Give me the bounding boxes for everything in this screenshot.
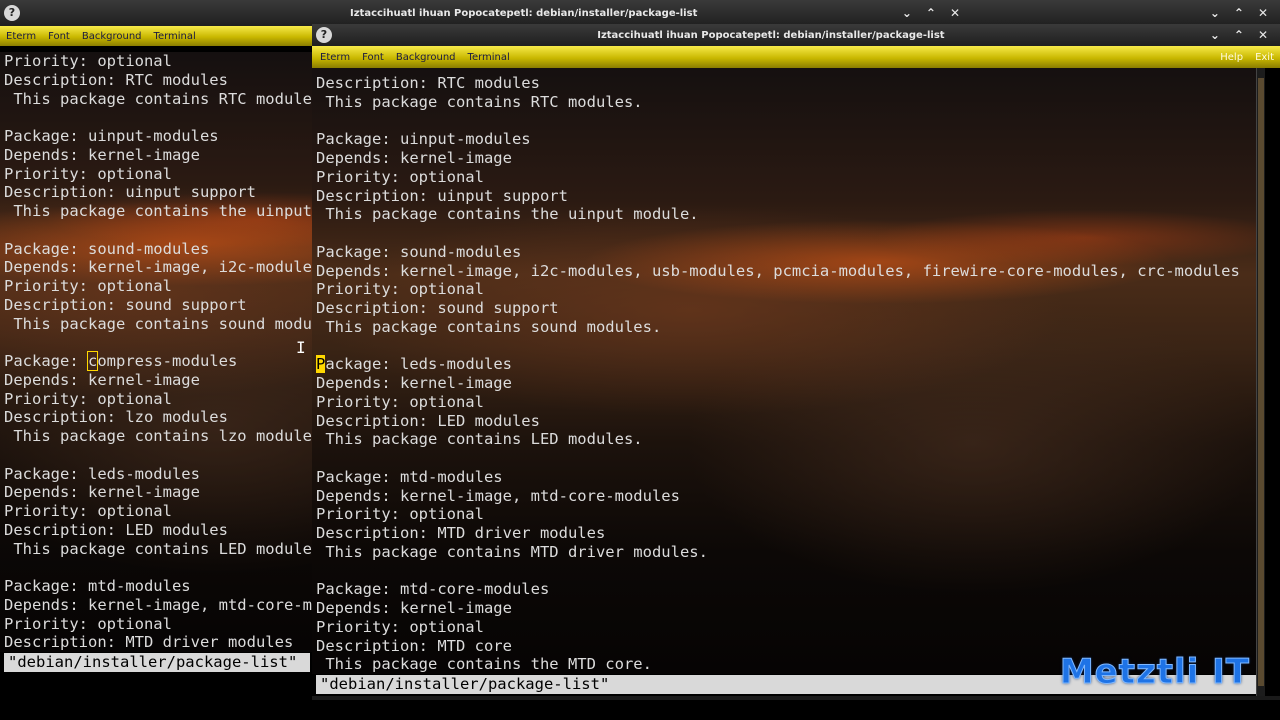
back-window-title: Iztaccihuatl ihuan Popocatepetl: debian/… <box>350 7 698 19</box>
terminal-line: This package contains MTD driver modules… <box>316 542 708 561</box>
terminal-line: Depends: kernel-image <box>4 370 200 389</box>
window-bottom-border <box>312 696 1280 700</box>
terminal-line: Package: leds-modules <box>4 464 200 483</box>
terminal-line: This package contains sound modu <box>4 314 312 333</box>
terminal-cursor: P <box>316 355 326 374</box>
back-window-titlebar[interactable]: ? Iztaccihuatl ihuan Popocatepetl: debia… <box>0 0 1280 26</box>
terminal-line: Description: LED modules <box>4 520 228 539</box>
terminal-line: Priority: optional <box>316 280 484 299</box>
menu-background[interactable]: Background <box>396 52 456 63</box>
terminal-line: Description: sound support <box>316 299 559 317</box>
close-icon[interactable]: ✕ <box>1258 28 1268 42</box>
terminal-line: Depends: kernel-image, mtd-core-m <box>4 595 312 614</box>
terminal-line: Priority: optional <box>316 392 484 411</box>
terminal-line: Priority: optional <box>316 505 484 524</box>
minimize-icon[interactable]: ⌄ <box>1210 6 1220 20</box>
front-window-titlebar[interactable]: ? Iztaccihuatl ihuan Popocatepetl: debia… <box>312 24 1280 46</box>
help-icon[interactable]: ? <box>4 5 20 21</box>
terminal-line: Priority: optional <box>316 167 484 186</box>
terminal-cursor: c <box>86 351 99 371</box>
terminal-line: Depends: kernel-image <box>4 145 200 164</box>
terminal-line: Description: uinput support <box>316 186 568 205</box>
terminal-line: Depends: kernel-image, i2c-module <box>4 258 312 277</box>
back-menubar: Eterm Font Background Terminal <box>0 26 312 46</box>
terminal-line: Description: MTD driver modules <box>4 633 294 652</box>
terminal-line: Priority: optional <box>4 164 172 183</box>
maximize-icon[interactable]: ⌃ <box>926 6 936 20</box>
menu-terminal[interactable]: Terminal <box>154 31 196 42</box>
terminal-line: Package: uinput-modules <box>316 130 531 149</box>
terminal-line: Package: leds-modules <box>316 355 512 374</box>
terminal-line: This package contains the uinput module. <box>316 205 699 224</box>
terminal-line: This package contains LED modules. <box>316 430 643 449</box>
terminal-line: Depends: kernel-image <box>316 599 512 617</box>
terminal-line: Package: mtd-modules <box>316 467 503 486</box>
terminal-line: Package: mtd-core-modules <box>316 580 550 599</box>
front-scrollbar[interactable] <box>1256 68 1265 696</box>
menu-font[interactable]: Font <box>48 31 70 42</box>
back-status-line: "debian/installer/package-list" <box>4 653 310 672</box>
terminal-line: Priority: optional <box>4 52 172 70</box>
terminal-line: Package: mtd-modules <box>4 577 191 595</box>
help-icon[interactable]: ? <box>316 27 332 43</box>
terminal-line: Depends: kernel-image <box>316 149 512 167</box>
terminal-line: Description: RTC modules <box>316 74 540 92</box>
terminal-line: This package contains lzo module <box>4 427 312 445</box>
terminal-line: Description: lzo modules <box>4 408 228 427</box>
front-window-title: Iztaccihuatl ihuan Popocatepetl: debian/… <box>597 29 945 41</box>
minimize-icon[interactable]: ⌄ <box>1210 28 1220 42</box>
terminal-line: Description: sound support <box>4 295 247 314</box>
menu-background[interactable]: Background <box>82 31 142 42</box>
terminal-line: Package: compress-modules <box>4 351 238 371</box>
terminal-line: Priority: optional <box>4 277 172 295</box>
front-menubar: Eterm Font Background Terminal Help Exit <box>312 46 1280 68</box>
close-icon[interactable]: ✕ <box>950 6 960 20</box>
terminal-line: Depends: kernel-image, mtd-core-modules <box>316 486 680 505</box>
terminal-line: Depends: kernel-image, i2c-modules, usb-… <box>316 261 1240 280</box>
terminal-line: Description: MTD driver modules <box>316 524 606 542</box>
front-terminal-text-area[interactable]: Description: RTC modules This package co… <box>312 68 1256 674</box>
terminal-line: Priority: optional <box>4 389 172 408</box>
terminal-line: This package contains the uinput <box>4 202 312 220</box>
terminal-line: Priority: optional <box>4 502 172 520</box>
maximize-icon[interactable]: ⌃ <box>1234 6 1244 20</box>
terminal-line: Package: sound-modules <box>4 239 210 258</box>
terminal-line: Package: sound-modules <box>316 242 522 261</box>
terminal-line: Description: uinput support <box>4 183 256 202</box>
metztli-it-watermark-logo: Metztli IT <box>1059 652 1250 693</box>
menu-help[interactable]: Help <box>1220 52 1243 63</box>
terminal-line: Depends: kernel-image <box>4 483 200 502</box>
menu-terminal[interactable]: Terminal <box>468 52 510 63</box>
menu-eterm[interactable]: Eterm <box>320 52 350 63</box>
minimize-icon[interactable]: ⌄ <box>902 6 912 20</box>
terminal-line: Depends: kernel-image <box>316 374 512 392</box>
terminal-line: Description: RTC modules <box>4 70 228 89</box>
maximize-icon[interactable]: ⌃ <box>1234 28 1244 42</box>
terminal-line: This package contains LED module <box>4 539 312 558</box>
terminal-line: Priority: optional <box>4 614 172 633</box>
scrollbar-thumb[interactable] <box>1258 78 1264 686</box>
terminal-line: Package: uinput-modules <box>4 127 219 145</box>
terminal-line: This package contains RTC modules. <box>316 92 643 111</box>
text-cursor-ibeam-icon: I <box>296 338 306 357</box>
menu-font[interactable]: Font <box>362 52 384 63</box>
terminal-line: Description: LED modules <box>316 411 540 430</box>
back-terminal-text-area[interactable]: Priority: optional Description: RTC modul… <box>0 52 312 652</box>
menu-eterm[interactable]: Eterm <box>6 31 36 42</box>
menu-exit[interactable]: Exit <box>1255 52 1274 63</box>
close-icon[interactable]: ✕ <box>1258 6 1268 20</box>
terminal-line: Priority: optional <box>316 617 484 636</box>
terminal-line: This package contains sound modules. <box>316 317 662 336</box>
terminal-line: This package contains RTC module <box>4 89 312 108</box>
